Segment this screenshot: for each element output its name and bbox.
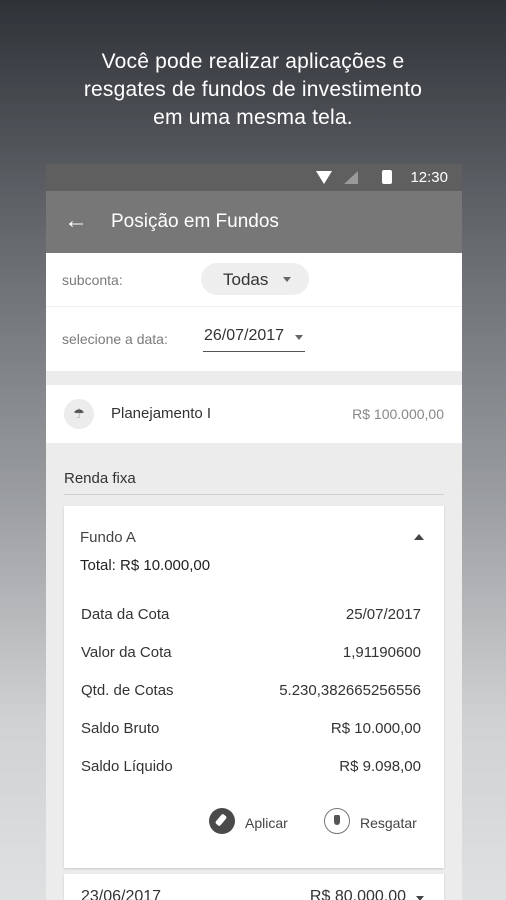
detail-value: R$ 10.000,00: [330, 720, 421, 737]
subconta-label: subconta:: [62, 272, 123, 288]
detail-label: Data da Cota: [81, 606, 170, 623]
filters-panel: subconta: Todas selecione a data: 26/07/…: [46, 253, 462, 371]
detail-label: Saldo Líquido: [81, 758, 173, 775]
detail-value: 25/07/2017: [345, 606, 421, 623]
umbrella-icon: ☂: [64, 399, 94, 429]
chevron-up-icon[interactable]: [414, 534, 424, 540]
promo-headline: Você pode realizar aplicações e resgates…: [0, 48, 506, 132]
status-bar: 12:30: [46, 164, 462, 191]
next-fund-item[interactable]: 23/06/2017 R$ 80.000,00: [64, 874, 444, 900]
detail-row-saldo-bruto: Saldo Bruto R$ 10.000,00: [81, 720, 421, 740]
date-select[interactable]: 26/07/2017: [203, 325, 305, 352]
detail-value: 5.230,382665256556: [279, 682, 421, 699]
chevron-down-icon: [416, 896, 424, 900]
redeem-label: Resgatar: [360, 815, 417, 831]
app-bar: ← Posição em Fundos: [46, 191, 462, 253]
next-item-date: 23/06/2017: [81, 888, 162, 900]
arrow-left-icon[interactable]: ←: [64, 207, 88, 235]
chevron-down-icon: [283, 277, 291, 282]
detail-value: 1,91190600: [342, 644, 421, 661]
subconta-value: Todas: [223, 270, 269, 289]
page-title: Posição em Fundos: [111, 211, 279, 232]
fund-name: Fundo A: [80, 529, 136, 546]
fund-total: Total: R$ 10.000,00: [80, 557, 211, 574]
fund-card: Fundo A Total: R$ 10.000,00 Data da Cota…: [64, 506, 444, 868]
plan-value: R$ 100.000,00: [352, 406, 444, 422]
battery-icon: [382, 170, 392, 184]
divider: [46, 306, 462, 307]
plan-row[interactable]: ☂ Planejamento I R$ 100.000,00: [46, 385, 462, 443]
detail-label: Saldo Bruto: [81, 720, 160, 737]
phone-screen: 12:30 ← Posição em Fundos subconta: Toda…: [46, 164, 462, 900]
status-time: 12:30: [410, 169, 448, 186]
detail-label: Qtd. de Cotas: [81, 682, 174, 699]
divider: [64, 494, 444, 495]
detail-row-valor-cota: Valor da Cota 1,91190600: [81, 644, 421, 664]
redeem-icon: [324, 808, 350, 834]
promo-line-2: resgates de fundos de investimento: [83, 78, 423, 101]
date-value: 26/07/2017: [204, 327, 285, 344]
chevron-down-icon: [295, 335, 303, 340]
detail-row-saldo-liquido: Saldo Líquido R$ 9.098,00: [81, 758, 421, 778]
apply-icon: [209, 808, 235, 834]
promo-line-1: Você pode realizar aplicações e: [101, 50, 405, 73]
promo-line-3: em uma mesma tela.: [153, 106, 353, 129]
detail-row-data-cota: Data da Cota 25/07/2017: [81, 606, 421, 626]
date-label: selecione a data:: [62, 331, 168, 347]
signal-icon: [344, 171, 358, 184]
plan-name: Planejamento I: [111, 405, 212, 422]
detail-row-qtd-cotas: Qtd. de Cotas 5.230,382665256556: [81, 682, 421, 702]
wifi-icon: [316, 171, 332, 184]
detail-label: Valor da Cota: [81, 644, 172, 661]
apply-label: Aplicar: [245, 815, 288, 831]
detail-value: R$ 9.098,00: [339, 758, 421, 775]
section-title: Renda fixa: [64, 470, 136, 487]
next-item-value: R$ 80.000,00: [309, 888, 406, 900]
subconta-dropdown[interactable]: Todas: [201, 263, 309, 295]
